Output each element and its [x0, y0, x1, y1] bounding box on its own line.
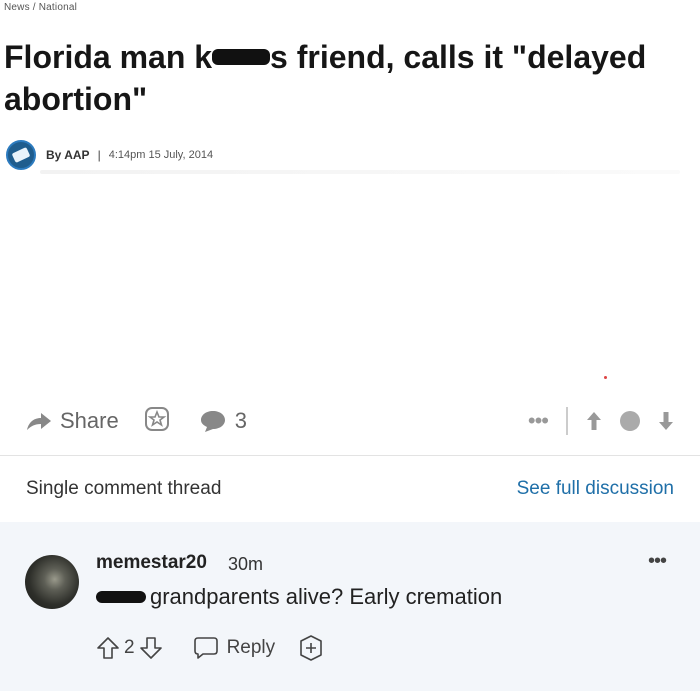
comment-vote-count: 2 — [124, 637, 135, 658]
upvote-arrow-icon[interactable] — [586, 411, 602, 431]
comment-count: 3 — [234, 408, 247, 433]
article-action-bar: Share 3 ••• — [26, 404, 674, 438]
comment-actions: 2 Reply — [96, 634, 325, 662]
upvote-icon[interactable] — [96, 636, 120, 660]
publisher-logo-icon — [6, 140, 36, 170]
vote-score-dot — [620, 411, 640, 431]
share-button[interactable]: Share — [26, 408, 119, 434]
share-label: Share — [60, 408, 119, 433]
byline-separator: | — [97, 148, 101, 162]
reply-bubble-icon — [193, 637, 218, 659]
comment-bubble-icon — [200, 411, 225, 432]
see-full-discussion-link[interactable]: See full discussion — [517, 478, 674, 500]
section-divider — [0, 455, 700, 456]
headline-part-1: Florida man k — [4, 39, 213, 75]
article-headline: Florida man ks friend, calls it "delayed… — [4, 36, 694, 120]
downvote-arrow-icon[interactable] — [658, 411, 674, 431]
reply-button[interactable]: Reply — [193, 636, 276, 660]
comment-body: grandparents alive? Early cremation — [96, 584, 502, 610]
faint-divider — [40, 170, 680, 174]
toolbar-separator — [566, 407, 568, 435]
breadcrumb[interactable]: News / National — [4, 2, 77, 13]
red-dot-mark — [604, 376, 607, 379]
comment-text: grandparents alive? Early cremation — [150, 584, 503, 609]
byline: By AAP | 4:14pm 15 July, 2014 — [6, 140, 213, 170]
thread-label: Single comment thread — [26, 478, 222, 499]
redaction-mark — [96, 591, 146, 603]
comment-card: memestar20 30m ••• grandparents alive? E… — [0, 522, 700, 691]
reply-label: Reply — [226, 637, 276, 658]
more-options-button[interactable]: ••• — [528, 408, 549, 434]
thread-header: Single comment thread See full discussio… — [26, 478, 674, 500]
redaction-mark — [212, 48, 271, 65]
star-icon — [144, 406, 169, 431]
comment-more-button[interactable]: ••• — [648, 550, 667, 573]
byline-date: 4:14pm 15 July, 2014 — [108, 149, 214, 161]
avatar[interactable] — [25, 555, 79, 609]
byline-author[interactable]: By AAP — [46, 148, 90, 162]
plus-circle-icon[interactable] — [297, 634, 325, 662]
comment-timestamp: 30m — [228, 554, 264, 574]
comments-count-button[interactable]: 3 — [199, 408, 247, 434]
vote-tools: ••• — [528, 407, 674, 435]
comment-username[interactable]: memestar20 — [96, 552, 207, 574]
share-arrow-icon — [27, 413, 51, 430]
downvote-icon[interactable] — [139, 636, 163, 660]
favorite-button[interactable] — [144, 406, 169, 436]
